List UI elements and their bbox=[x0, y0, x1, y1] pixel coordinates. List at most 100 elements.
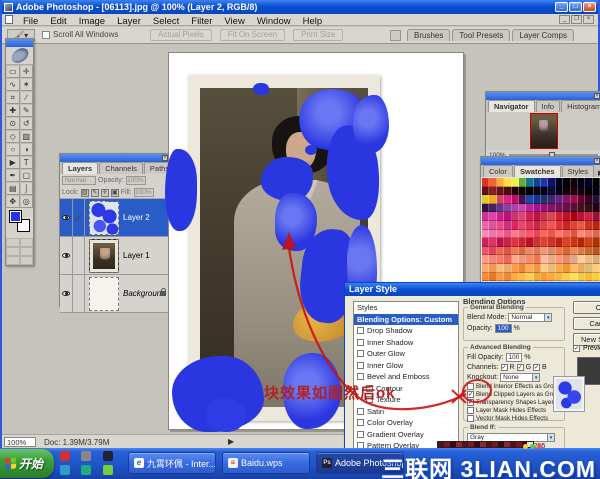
color-swatch[interactable] bbox=[563, 204, 570, 213]
color-swatch[interactable] bbox=[571, 273, 578, 282]
color-swatch[interactable] bbox=[497, 247, 504, 256]
color-swatch[interactable] bbox=[571, 255, 578, 264]
effect-item-bevel-and-emboss[interactable]: Bevel and Emboss bbox=[354, 371, 458, 383]
color-swatch[interactable] bbox=[578, 178, 585, 187]
color-swatch[interactable] bbox=[556, 187, 563, 196]
option-checkbox[interactable]: ✓ bbox=[467, 391, 474, 398]
color-swatch[interactable] bbox=[578, 221, 585, 230]
channel-r-checkbox[interactable]: ✓ bbox=[501, 364, 508, 371]
color-swatch[interactable] bbox=[585, 204, 592, 213]
option-checkbox[interactable] bbox=[467, 415, 474, 422]
type-tool-icon[interactable]: T bbox=[20, 156, 34, 169]
color-swatch[interactable] bbox=[556, 264, 563, 273]
color-swatch[interactable] bbox=[489, 221, 496, 230]
color-swatch[interactable] bbox=[512, 238, 519, 247]
quick-launch-icon[interactable] bbox=[103, 465, 113, 475]
effect-checkbox[interactable] bbox=[366, 396, 373, 403]
color-swatch[interactable] bbox=[534, 273, 541, 282]
color-swatch[interactable] bbox=[593, 255, 600, 264]
color-swatch[interactable] bbox=[534, 230, 541, 239]
color-swatch[interactable] bbox=[541, 212, 548, 221]
color-swatch[interactable] bbox=[563, 221, 570, 230]
color-swatch[interactable] bbox=[578, 204, 585, 213]
magic-wand-tool-icon[interactable]: ✶ bbox=[20, 78, 34, 91]
advanced-option[interactable]: Layer Mask Hides Effects bbox=[464, 406, 564, 414]
clone-stamp-tool-icon[interactable]: ⊙ bbox=[6, 117, 20, 130]
menu-edit[interactable]: Edit bbox=[44, 16, 72, 27]
color-swatch[interactable] bbox=[512, 212, 519, 221]
color-swatch[interactable] bbox=[489, 247, 496, 256]
color-swatch[interactable] bbox=[585, 230, 592, 239]
fill-field[interactable]: 100% bbox=[134, 188, 154, 197]
color-swatch[interactable] bbox=[512, 255, 519, 264]
color-swatch[interactable] bbox=[541, 273, 548, 282]
well-tab-tool-presets[interactable]: Tool Presets bbox=[452, 29, 510, 41]
channel-g-checkbox[interactable]: ✓ bbox=[517, 364, 524, 371]
color-swatch[interactable] bbox=[512, 221, 519, 230]
link-cell[interactable] bbox=[73, 237, 85, 274]
slice-tool-icon[interactable]: ∕ bbox=[20, 91, 34, 104]
menu-view[interactable]: View bbox=[218, 16, 250, 27]
color-swatch[interactable] bbox=[526, 238, 533, 247]
close-icon[interactable]: × bbox=[594, 158, 600, 164]
layer-row[interactable]: Background bbox=[60, 275, 169, 313]
close-button[interactable]: × bbox=[583, 2, 596, 12]
eye-icon[interactable] bbox=[62, 253, 70, 258]
color-swatch[interactable] bbox=[563, 230, 570, 239]
color-swatch[interactable] bbox=[548, 178, 555, 187]
option-checkbox[interactable] bbox=[467, 407, 474, 414]
color-swatch[interactable] bbox=[489, 178, 496, 187]
lock-all-icon[interactable]: ▣ bbox=[111, 189, 119, 197]
color-swatch[interactable] bbox=[482, 230, 489, 239]
blur-tool-icon[interactable]: ○ bbox=[6, 143, 20, 156]
swatches-tab-styles[interactable]: Styles bbox=[562, 165, 594, 177]
button-actual-pixels[interactable]: Actual Pixels bbox=[150, 29, 212, 41]
crop-tool-icon[interactable]: ⌗ bbox=[6, 91, 20, 104]
color-swatch[interactable] bbox=[548, 212, 555, 221]
fill-opacity-value[interactable]: 100 bbox=[506, 353, 523, 362]
quick-launch-icon[interactable] bbox=[60, 451, 70, 461]
advanced-option[interactable]: ✓Transparency Shapes Layer bbox=[464, 398, 564, 406]
color-swatch[interactable] bbox=[541, 178, 548, 187]
color-swatch[interactable] bbox=[519, 212, 526, 221]
color-swatch[interactable] bbox=[534, 238, 541, 247]
color-swatch[interactable] bbox=[593, 187, 600, 196]
color-swatch[interactable] bbox=[556, 195, 563, 204]
effect-checkbox[interactable] bbox=[357, 362, 364, 369]
color-swatch[interactable] bbox=[556, 230, 563, 239]
effect-item-inner-shadow[interactable]: Inner Shadow bbox=[354, 337, 458, 349]
color-swatch[interactable] bbox=[497, 264, 504, 273]
pen-tool-icon[interactable]: ✒ bbox=[6, 169, 20, 182]
color-swatch[interactable] bbox=[541, 230, 548, 239]
color-swatch[interactable] bbox=[519, 178, 526, 187]
color-swatch[interactable] bbox=[504, 230, 511, 239]
color-swatch[interactable] bbox=[526, 187, 533, 196]
effect-item-drop-shadow[interactable]: Drop Shadow bbox=[354, 325, 458, 337]
color-swatch[interactable] bbox=[556, 238, 563, 247]
color-swatch[interactable] bbox=[489, 204, 496, 213]
color-swatch[interactable] bbox=[519, 204, 526, 213]
color-swatch[interactable] bbox=[585, 264, 592, 273]
layers-tab-channels[interactable]: Channels bbox=[99, 162, 143, 174]
color-swatch[interactable] bbox=[593, 212, 600, 221]
color-swatch[interactable] bbox=[534, 264, 541, 273]
color-swatch[interactable] bbox=[571, 195, 578, 204]
color-swatch[interactable] bbox=[556, 273, 563, 282]
color-swatch[interactable] bbox=[504, 204, 511, 213]
color-swatch[interactable] bbox=[512, 264, 519, 273]
color-swatch[interactable] bbox=[593, 264, 600, 273]
color-swatch[interactable] bbox=[482, 247, 489, 256]
color-swatch[interactable] bbox=[556, 178, 563, 187]
close-icon[interactable]: × bbox=[594, 93, 600, 99]
color-swatch[interactable] bbox=[548, 238, 555, 247]
color-swatch[interactable] bbox=[519, 195, 526, 204]
navigator-tab-info[interactable]: Info bbox=[536, 100, 561, 112]
color-swatch[interactable] bbox=[526, 178, 533, 187]
swatches-tab-color[interactable]: Color bbox=[483, 165, 513, 177]
color-swatch[interactable] bbox=[526, 212, 533, 221]
zoom-tool-icon[interactable]: ◎ bbox=[20, 195, 34, 208]
menu-image[interactable]: Image bbox=[73, 16, 111, 27]
color-swatch[interactable] bbox=[541, 204, 548, 213]
cancel-button[interactable]: Cancel bbox=[573, 317, 600, 330]
color-swatch[interactable] bbox=[593, 221, 600, 230]
